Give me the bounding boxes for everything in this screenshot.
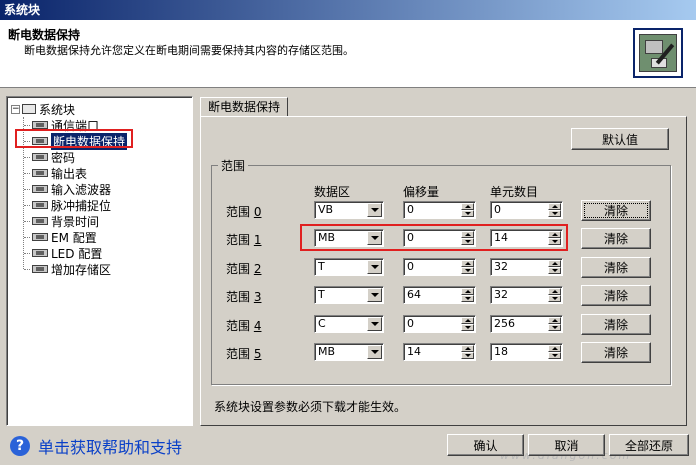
highlight-box-range-1 (300, 224, 568, 251)
count-spinner-2[interactable]: 32 (490, 258, 563, 276)
clear-button-3[interactable]: 清除 (581, 285, 651, 306)
clear-button-0[interactable]: 清除 (581, 200, 651, 221)
range-label-1: 范围 1 (226, 233, 262, 247)
tree-item-led-config[interactable]: LED 配置 (24, 245, 102, 261)
range-label-0: 范围 0 (226, 205, 262, 219)
cancel-button[interactable]: 取消 (528, 434, 605, 456)
count-spinner-0[interactable]: 0 (490, 201, 563, 219)
header-panel: 断电数据保持 断电数据保持允许您定义在断电期间需要保持其内容的存储区范围。 (0, 20, 696, 88)
count-spinner-5[interactable]: 18 (490, 343, 563, 361)
system-block-icon (22, 104, 36, 114)
spin-down-icon[interactable] (461, 210, 474, 217)
tree-item-input-filter[interactable]: 输入滤波器 (24, 181, 111, 197)
clear-button-1[interactable]: 清除 (581, 228, 651, 249)
area-select-3[interactable]: T (314, 286, 384, 304)
spin-up-icon[interactable] (461, 203, 474, 210)
tree-item-background-time[interactable]: 背景时间 (24, 213, 99, 229)
dropdown-arrow-icon[interactable] (367, 288, 382, 302)
spin-up-icon[interactable] (548, 345, 561, 352)
spin-up-icon[interactable] (548, 260, 561, 267)
dropdown-arrow-icon[interactable] (367, 203, 382, 217)
tab-retentive[interactable]: 断电数据保持 (200, 97, 288, 117)
collapse-icon[interactable]: − (11, 104, 20, 114)
module-icon (32, 185, 48, 193)
offset-spinner-5[interactable]: 14 (403, 343, 476, 361)
spin-up-icon[interactable] (461, 288, 474, 295)
module-icon (32, 217, 48, 225)
spin-down-icon[interactable] (461, 352, 474, 359)
range-group-label: 范围 (218, 157, 249, 174)
spin-down-icon[interactable] (548, 210, 561, 217)
tree-item-pulse-catch[interactable]: 脉冲捕捉位 (24, 197, 111, 213)
spin-down-icon[interactable] (461, 267, 474, 274)
tree-item-extra-memory[interactable]: 增加存储区 (24, 261, 111, 277)
spin-up-icon[interactable] (461, 317, 474, 324)
tree-item-output-table[interactable]: 输出表 (24, 165, 87, 181)
tree-item-password[interactable]: 密码 (24, 149, 75, 165)
header-title: 断电数据保持 (8, 28, 81, 42)
col-header-offset: 偏移量 (403, 185, 440, 199)
spin-down-icon[interactable] (548, 324, 561, 331)
spin-up-icon[interactable] (461, 345, 474, 352)
area-select-4[interactable]: C (314, 315, 384, 333)
spin-down-icon[interactable] (461, 324, 474, 331)
highlight-box-tree (15, 129, 133, 148)
download-note: 系统块设置参数必须下载才能生效。 (214, 400, 407, 414)
dropdown-arrow-icon[interactable] (367, 345, 382, 359)
range-label-4: 范围 4 (226, 319, 262, 333)
area-select-0[interactable]: VB (314, 201, 384, 219)
dropdown-arrow-icon[interactable] (367, 260, 382, 274)
retentive-memory-icon (633, 28, 683, 78)
clear-button-5[interactable]: 清除 (581, 342, 651, 363)
help-icon: ? (10, 436, 30, 456)
window-title-bar[interactable]: 系统块 (0, 0, 696, 20)
spin-down-icon[interactable] (548, 352, 561, 359)
module-icon (32, 233, 48, 241)
ok-button[interactable]: 确认 (447, 434, 524, 456)
window-title: 系统块 (4, 3, 41, 17)
count-spinner-4[interactable]: 256 (490, 315, 563, 333)
offset-spinner-3[interactable]: 64 (403, 286, 476, 304)
offset-spinner-2[interactable]: 0 (403, 258, 476, 276)
restore-all-button[interactable]: 全部还原 (609, 434, 689, 456)
clear-button-2[interactable]: 清除 (581, 257, 651, 278)
spin-down-icon[interactable] (461, 295, 474, 302)
range-label-5: 范围 5 (226, 347, 262, 361)
module-icon (32, 153, 48, 161)
col-header-count: 单元数目 (490, 185, 539, 199)
module-icon (32, 121, 48, 129)
spin-up-icon[interactable] (461, 260, 474, 267)
offset-spinner-0[interactable]: 0 (403, 201, 476, 219)
defaults-button[interactable]: 默认值 (571, 128, 669, 150)
col-header-area: 数据区 (314, 185, 351, 199)
module-icon (32, 265, 48, 273)
spin-up-icon[interactable] (548, 288, 561, 295)
spin-up-icon[interactable] (548, 203, 561, 210)
module-icon (32, 169, 48, 177)
module-icon (32, 249, 48, 257)
header-description: 断电数据保持允许您定义在断电期间需要保持其内容的存储区范围。 (24, 44, 354, 57)
spin-down-icon[interactable] (548, 295, 561, 302)
area-select-2[interactable]: T (314, 258, 384, 276)
tree-root-label: 系统块 (39, 102, 76, 117)
tree-item-em-config[interactable]: EM 配置 (24, 229, 97, 245)
range-label-2: 范围 2 (226, 262, 262, 276)
spin-down-icon[interactable] (548, 267, 561, 274)
dropdown-arrow-icon[interactable] (367, 317, 382, 331)
clear-button-4[interactable]: 清除 (581, 314, 651, 335)
tree-root[interactable]: − 系统块 (11, 101, 75, 117)
offset-spinner-4[interactable]: 0 (403, 315, 476, 333)
area-select-5[interactable]: MB (314, 343, 384, 361)
range-label-3: 范围 3 (226, 290, 262, 304)
module-icon (32, 201, 48, 209)
help-text: 单击获取帮助和支持 (38, 438, 183, 457)
spin-up-icon[interactable] (548, 317, 561, 324)
count-spinner-3[interactable]: 32 (490, 286, 563, 304)
help-link[interactable]: ? 单击获取帮助和支持 (10, 434, 182, 458)
